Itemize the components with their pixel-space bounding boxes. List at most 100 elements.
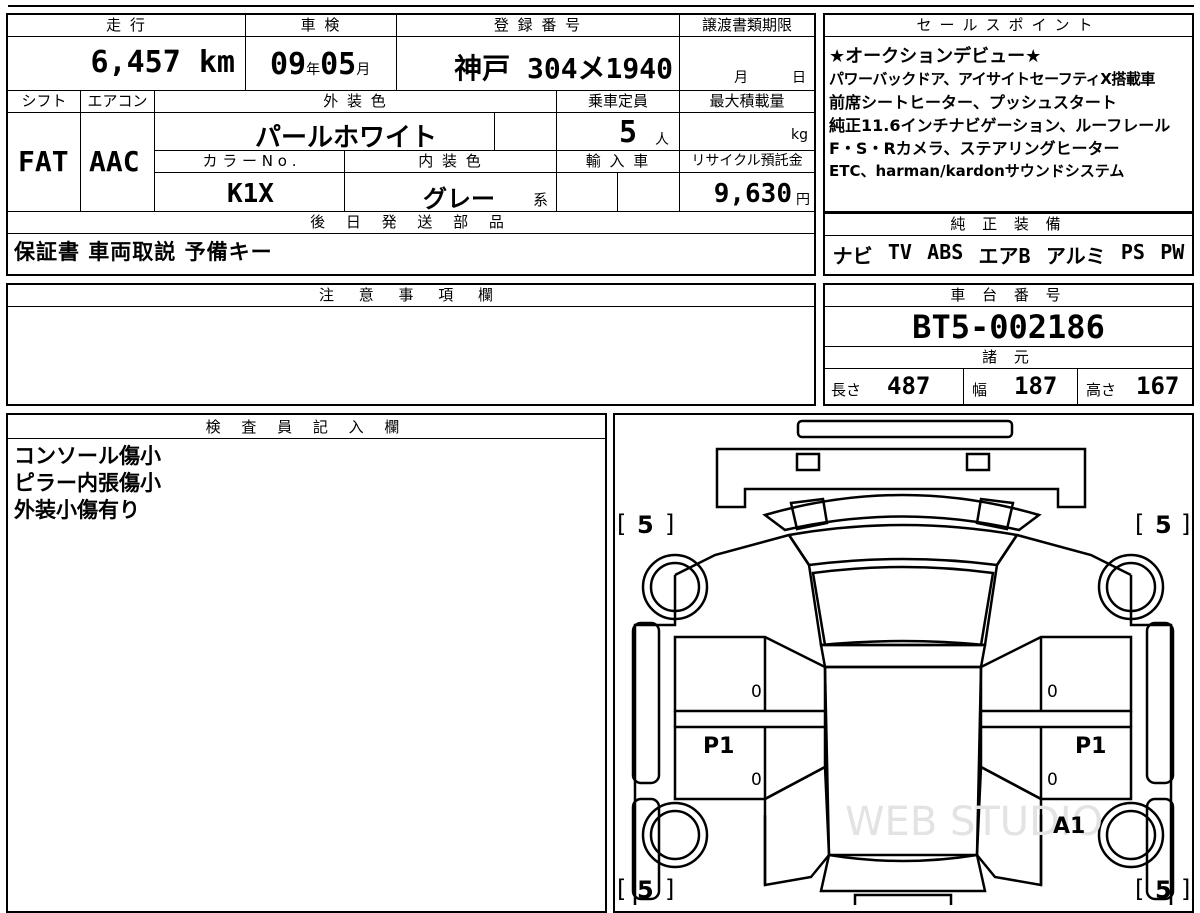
sales-line: パワーバックドア、アイサイトセーフティX搭載車 bbox=[829, 70, 1155, 88]
recycle-label: リサイクル預託金 bbox=[680, 151, 814, 173]
mileage-cell: 6,457 km bbox=[8, 37, 246, 91]
rear-window bbox=[819, 853, 987, 893]
maxload-label: 最大積載量 bbox=[680, 91, 814, 113]
inspection-label: 車 検 bbox=[246, 15, 397, 37]
later-parts-label: 後 日 発 送 部 品 bbox=[8, 212, 814, 234]
shift-cell: FAT bbox=[8, 113, 81, 212]
color-no-label: カ ラ ー N o . bbox=[155, 151, 345, 173]
windshield bbox=[811, 565, 995, 647]
equipment-item: アルミ bbox=[1045, 244, 1106, 268]
tire-fr-value: 5 bbox=[1155, 511, 1172, 539]
right-rear-tire bbox=[1097, 801, 1165, 869]
maxload-unit: kg bbox=[791, 127, 808, 143]
specs-title: 諸 元 bbox=[825, 347, 1192, 369]
recycle-cell: 9,630 円 bbox=[680, 173, 814, 212]
color-no-cell: K1X bbox=[155, 173, 345, 212]
tire-bracket-open: [ bbox=[1135, 875, 1144, 903]
tire-bracket-open: [ bbox=[1135, 510, 1144, 538]
mileage-value: 6,457 bbox=[90, 45, 181, 80]
tire-fl-value: 5 bbox=[637, 511, 654, 539]
front-bumper bbox=[715, 447, 1087, 509]
right-pillar-mark: P1 bbox=[1075, 734, 1106, 759]
sales-line: ★オークションデビュー★ bbox=[829, 46, 1042, 67]
maxload-cell: kg bbox=[680, 113, 814, 151]
tire-bracket-close: ] bbox=[1181, 510, 1190, 538]
left-b-pillar bbox=[673, 711, 827, 727]
inspection-month: 05 bbox=[320, 47, 357, 82]
left-rear-door-mark: 0 bbox=[751, 770, 762, 790]
right-rear-door-mark: 0 bbox=[1047, 770, 1058, 790]
rear-hatch-lower bbox=[853, 893, 953, 905]
vehicle-info-table: 走 行 車 検 登 録 番 号 譲渡書類期限 6,457 km 09年05月 神… bbox=[6, 13, 816, 276]
inspector-notes: コンソール傷小 ピラー内張傷小 外装小傷有り bbox=[14, 443, 161, 524]
sales-line: 純正11.6インチナビゲーション、ルーフレール bbox=[829, 116, 1171, 135]
sales-line: 前席シートヒーター、プッシュスタート bbox=[829, 93, 1117, 112]
car-outline-svg: WEB STUDIO [ 5 ] [ 5 ] [ 5 ] [ 5 ] 0 0 0… bbox=[617, 419, 1190, 905]
inspector-box: 検 査 員 記 入 欄 コンソール傷小 ピラー内張傷小 外装小傷有り bbox=[6, 413, 607, 913]
left-fog-lamp bbox=[795, 452, 821, 472]
later-parts-value: 保証書 車両取説 予備キー bbox=[14, 240, 273, 264]
length-cell: 長さ 487 bbox=[825, 369, 964, 404]
right-rear-mark: A1 bbox=[1053, 814, 1085, 839]
chassis-title: 車 台 番 号 bbox=[825, 285, 1192, 307]
top-strip bbox=[0, 0, 1200, 8]
inspector-line: 外装小傷有り bbox=[14, 498, 140, 522]
tire-bracket-close: ] bbox=[665, 510, 674, 538]
equipment-item: エアB bbox=[978, 244, 1031, 268]
left-front-door-mark: 0 bbox=[751, 682, 762, 702]
right-front-door-mark: 0 bbox=[1047, 682, 1058, 702]
interior-label: 内 装 色 bbox=[345, 151, 557, 173]
height-value: 167 bbox=[1136, 372, 1180, 400]
capacity-value: 5 bbox=[619, 115, 638, 150]
exterior-value: パールホワイト bbox=[255, 123, 438, 153]
import-label: 輸 入 車 bbox=[557, 151, 680, 173]
capacity-cell: 5 人 bbox=[557, 113, 680, 151]
sales-point-title: セールスポイント bbox=[825, 15, 1192, 37]
inspector-title: 検 査 員 記 入 欄 bbox=[8, 415, 605, 439]
length-value: 487 bbox=[887, 372, 931, 400]
chassis-box: 車 台 番 号 BT5-002186 諸 元 長さ 487 幅 187 高さ 1… bbox=[823, 283, 1194, 406]
transfer-label: 譲渡書類期限 bbox=[680, 15, 814, 37]
inspection-year: 09 bbox=[270, 47, 307, 82]
shift-value: FAT bbox=[18, 145, 69, 178]
registration-cell: 神戸 304メ1940 bbox=[397, 37, 680, 91]
inspection-year-unit: 年 bbox=[306, 62, 321, 78]
exterior-label: 外 装 色 bbox=[155, 91, 557, 113]
import-cell-b bbox=[618, 173, 680, 212]
sales-line: F・S・Rカメラ、ステアリングヒーター bbox=[829, 139, 1120, 158]
sales-line: ETC、harman/kardonサウンドシステム bbox=[829, 162, 1125, 180]
notes-box: 注 意 事 項 欄 bbox=[6, 283, 816, 406]
shift-label: シフト bbox=[8, 91, 81, 113]
tire-bracket-open: [ bbox=[617, 875, 626, 903]
equipment-item: PS bbox=[1120, 240, 1145, 264]
inspector-line: コンソール傷小 bbox=[14, 444, 161, 468]
equipment-title: 純 正 装 備 bbox=[825, 214, 1192, 236]
equipment-item: ナビ bbox=[832, 244, 873, 268]
left-pillar-mark: P1 bbox=[703, 734, 734, 759]
left-rear-quarter-inner bbox=[763, 764, 831, 887]
aircon-cell: AAC bbox=[81, 113, 155, 212]
height-cell: 高さ 167 bbox=[1078, 369, 1192, 404]
width-cell: 幅 187 bbox=[964, 369, 1078, 404]
width-label: 幅 bbox=[972, 381, 988, 399]
sales-point-list: ★オークションデビュー★ パワーバックドア、アイサイトセーフティX搭載車 前席シ… bbox=[829, 45, 1193, 183]
equipment-box: 純 正 装 備 ナビ TV ABS エアB アルミ PS PW bbox=[823, 212, 1194, 276]
left-side-step-front bbox=[631, 621, 661, 785]
transfer-month-unit: 月 bbox=[734, 70, 748, 86]
chassis-number: BT5-002186 bbox=[825, 307, 1192, 347]
tire-bracket-open: [ bbox=[617, 510, 626, 538]
inspection-cell: 09年05月 bbox=[246, 37, 397, 91]
registration-label: 登 録 番 号 bbox=[397, 15, 680, 37]
interior-cell: グレー 系 bbox=[345, 173, 557, 213]
aircon-value: AAC bbox=[89, 145, 140, 178]
width-value: 187 bbox=[1014, 372, 1058, 400]
transfer-day-unit: 日 bbox=[792, 70, 806, 86]
mileage-label: 走 行 bbox=[8, 15, 246, 37]
damage-diagram: WEB STUDIO [ 5 ] [ 5 ] [ 5 ] [ 5 ] 0 0 0… bbox=[613, 413, 1194, 913]
tire-bracket-close: ] bbox=[1181, 875, 1190, 903]
right-side-step-front bbox=[1145, 621, 1175, 785]
import-cell-a bbox=[557, 173, 618, 212]
mileage-unit: km bbox=[198, 45, 235, 80]
left-front-door bbox=[673, 635, 827, 713]
hood-rear bbox=[786, 523, 1020, 567]
